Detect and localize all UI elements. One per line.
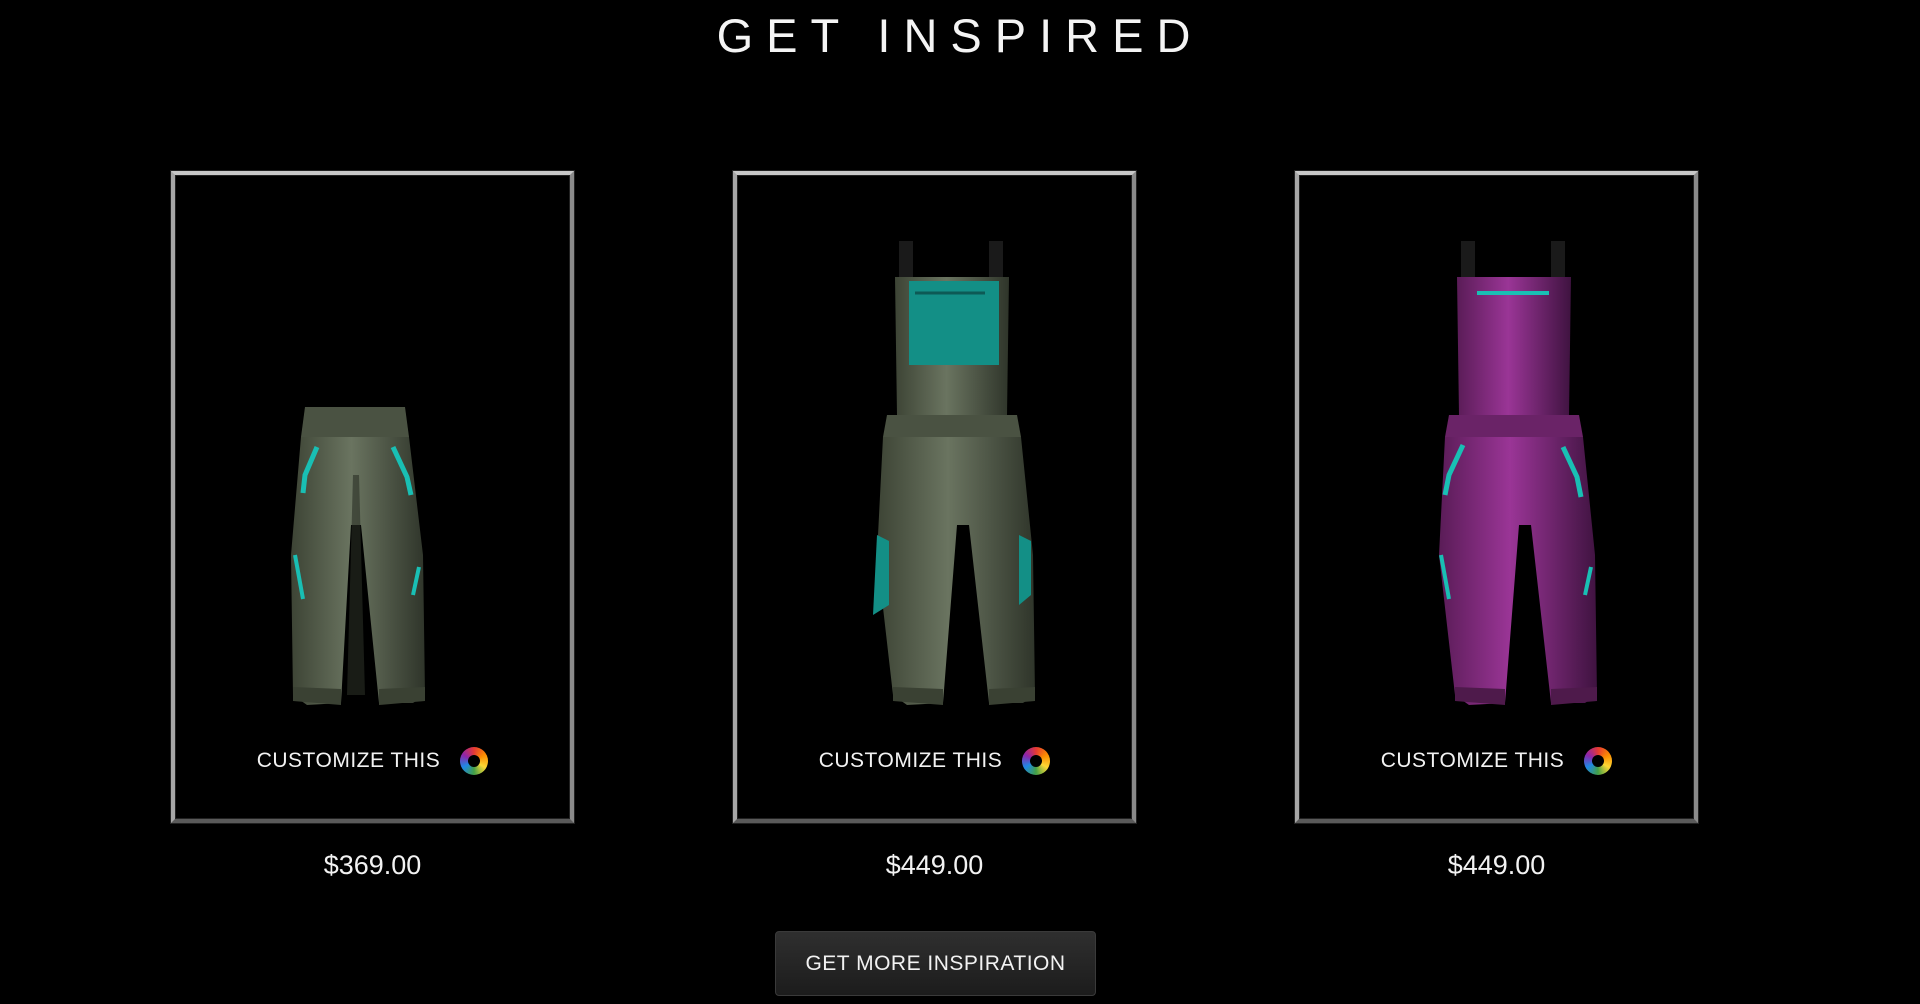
- get-more-inspiration-button[interactable]: GET MORE INSPIRATION: [775, 931, 1096, 996]
- product-price-1: $369.00: [323, 850, 422, 880]
- product-image-purple-bib[interactable]: [1299, 175, 1694, 735]
- product-card-2[interactable]: CUSTOMIZE THIS: [733, 171, 1136, 823]
- customize-button-3[interactable]: CUSTOMIZE THIS: [1299, 747, 1694, 775]
- color-wheel-icon: [460, 747, 489, 775]
- customize-button-2[interactable]: CUSTOMIZE THIS: [737, 747, 1132, 775]
- customize-button-1[interactable]: CUSTOMIZE THIS: [175, 747, 570, 775]
- customize-label: CUSTOMIZE THIS: [1380, 749, 1565, 772]
- customize-label: CUSTOMIZE THIS: [256, 749, 441, 772]
- product-card-1[interactable]: CUSTOMIZE THIS: [171, 171, 574, 823]
- product-image-olive-bib[interactable]: [737, 175, 1132, 735]
- section-title: GET INSPIRED: [716, 9, 1204, 62]
- product-image-pants[interactable]: [175, 175, 570, 735]
- color-wheel-icon: [1022, 747, 1051, 775]
- color-wheel-icon: [1584, 747, 1613, 775]
- product-price-2: $449.00: [885, 850, 984, 880]
- get-inspired-section: GET INSPIRED CUSTOMIZE THIS CUSTOMIZE TH…: [0, 0, 1920, 1004]
- customize-label: CUSTOMIZE THIS: [818, 749, 1003, 772]
- product-card-3[interactable]: CUSTOMIZE THIS: [1295, 171, 1698, 823]
- product-price-3: $449.00: [1447, 850, 1546, 880]
